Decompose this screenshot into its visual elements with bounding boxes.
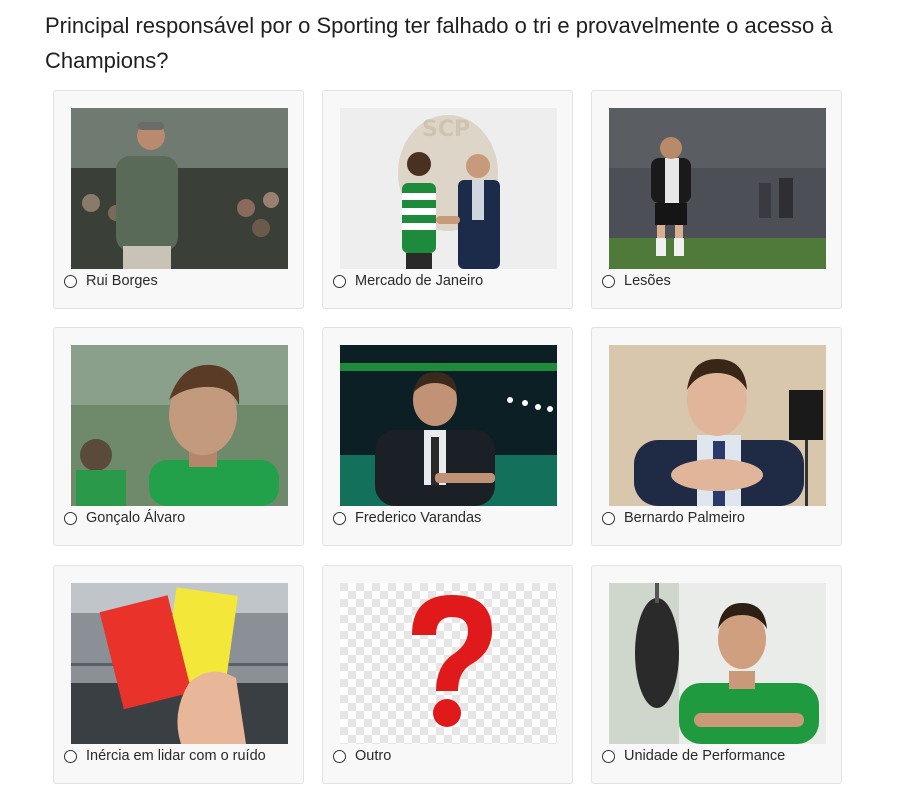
option-image [609,108,826,269]
radio-button[interactable] [602,511,615,525]
radio-button[interactable] [333,274,346,288]
poll-option-mercado-de-janeiro[interactable]: SCP Mercado de Janeiro [322,90,573,309]
poll-option-outro[interactable]: Outro [322,565,573,784]
poll-option-inercia-ruido[interactable]: Inércia em lidar com o ruído [53,565,304,784]
poll-option-goncalo-alvaro[interactable]: Gonçalo Álvaro [53,327,304,546]
option-label: Gonçalo Álvaro [86,510,186,526]
radio-button[interactable] [64,274,77,288]
radio-button[interactable] [333,511,346,525]
option-image [71,345,288,506]
option-image: SCP [340,108,557,269]
radio-button[interactable] [64,511,77,525]
option-label: Bernardo Palmeiro [624,510,745,526]
option-image [609,345,826,506]
option-label: Mercado de Janeiro [355,273,484,289]
staff-portrait-photo [71,345,288,506]
option-image [340,583,557,744]
radio-button[interactable] [602,749,615,763]
poll-option-rui-borges[interactable]: Rui Borges [53,90,304,309]
injured-player-photo [609,108,826,269]
poll-option-bernardo-palmeiro[interactable]: Bernardo Palmeiro [591,327,842,546]
option-image [71,583,288,744]
option-label: Outro [355,748,392,764]
svg-text:SCP: SCP [422,117,470,142]
question-mark-icon [340,583,557,744]
coach-sideline-photo [71,108,288,269]
fitness-coach-photo [609,583,826,744]
option-image [340,345,557,506]
radio-button[interactable] [602,274,615,288]
signing-handshake-photo: SCP [340,108,557,269]
option-label: Unidade de Performance [624,748,786,764]
red-yellow-card-photo [71,583,288,744]
option-label: Inércia em lidar com o ruído [86,748,266,764]
president-interview-photo [340,345,557,506]
radio-button[interactable] [64,749,77,763]
executive-portrait-photo [609,345,826,506]
poll-question: Principal responsável por o Sporting ter… [45,13,833,73]
option-image [71,108,288,269]
poll-option-lesoes[interactable]: Lesões [591,90,842,309]
option-label: Lesões [624,273,671,289]
radio-button[interactable] [333,749,346,763]
poll-option-unidade-performance[interactable]: Unidade de Performance [591,565,842,784]
option-label: Rui Borges [86,273,158,289]
poll-option-frederico-varandas[interactable]: Frederico Varandas [322,327,573,546]
option-label: Frederico Varandas [355,510,482,526]
option-image [609,583,826,744]
